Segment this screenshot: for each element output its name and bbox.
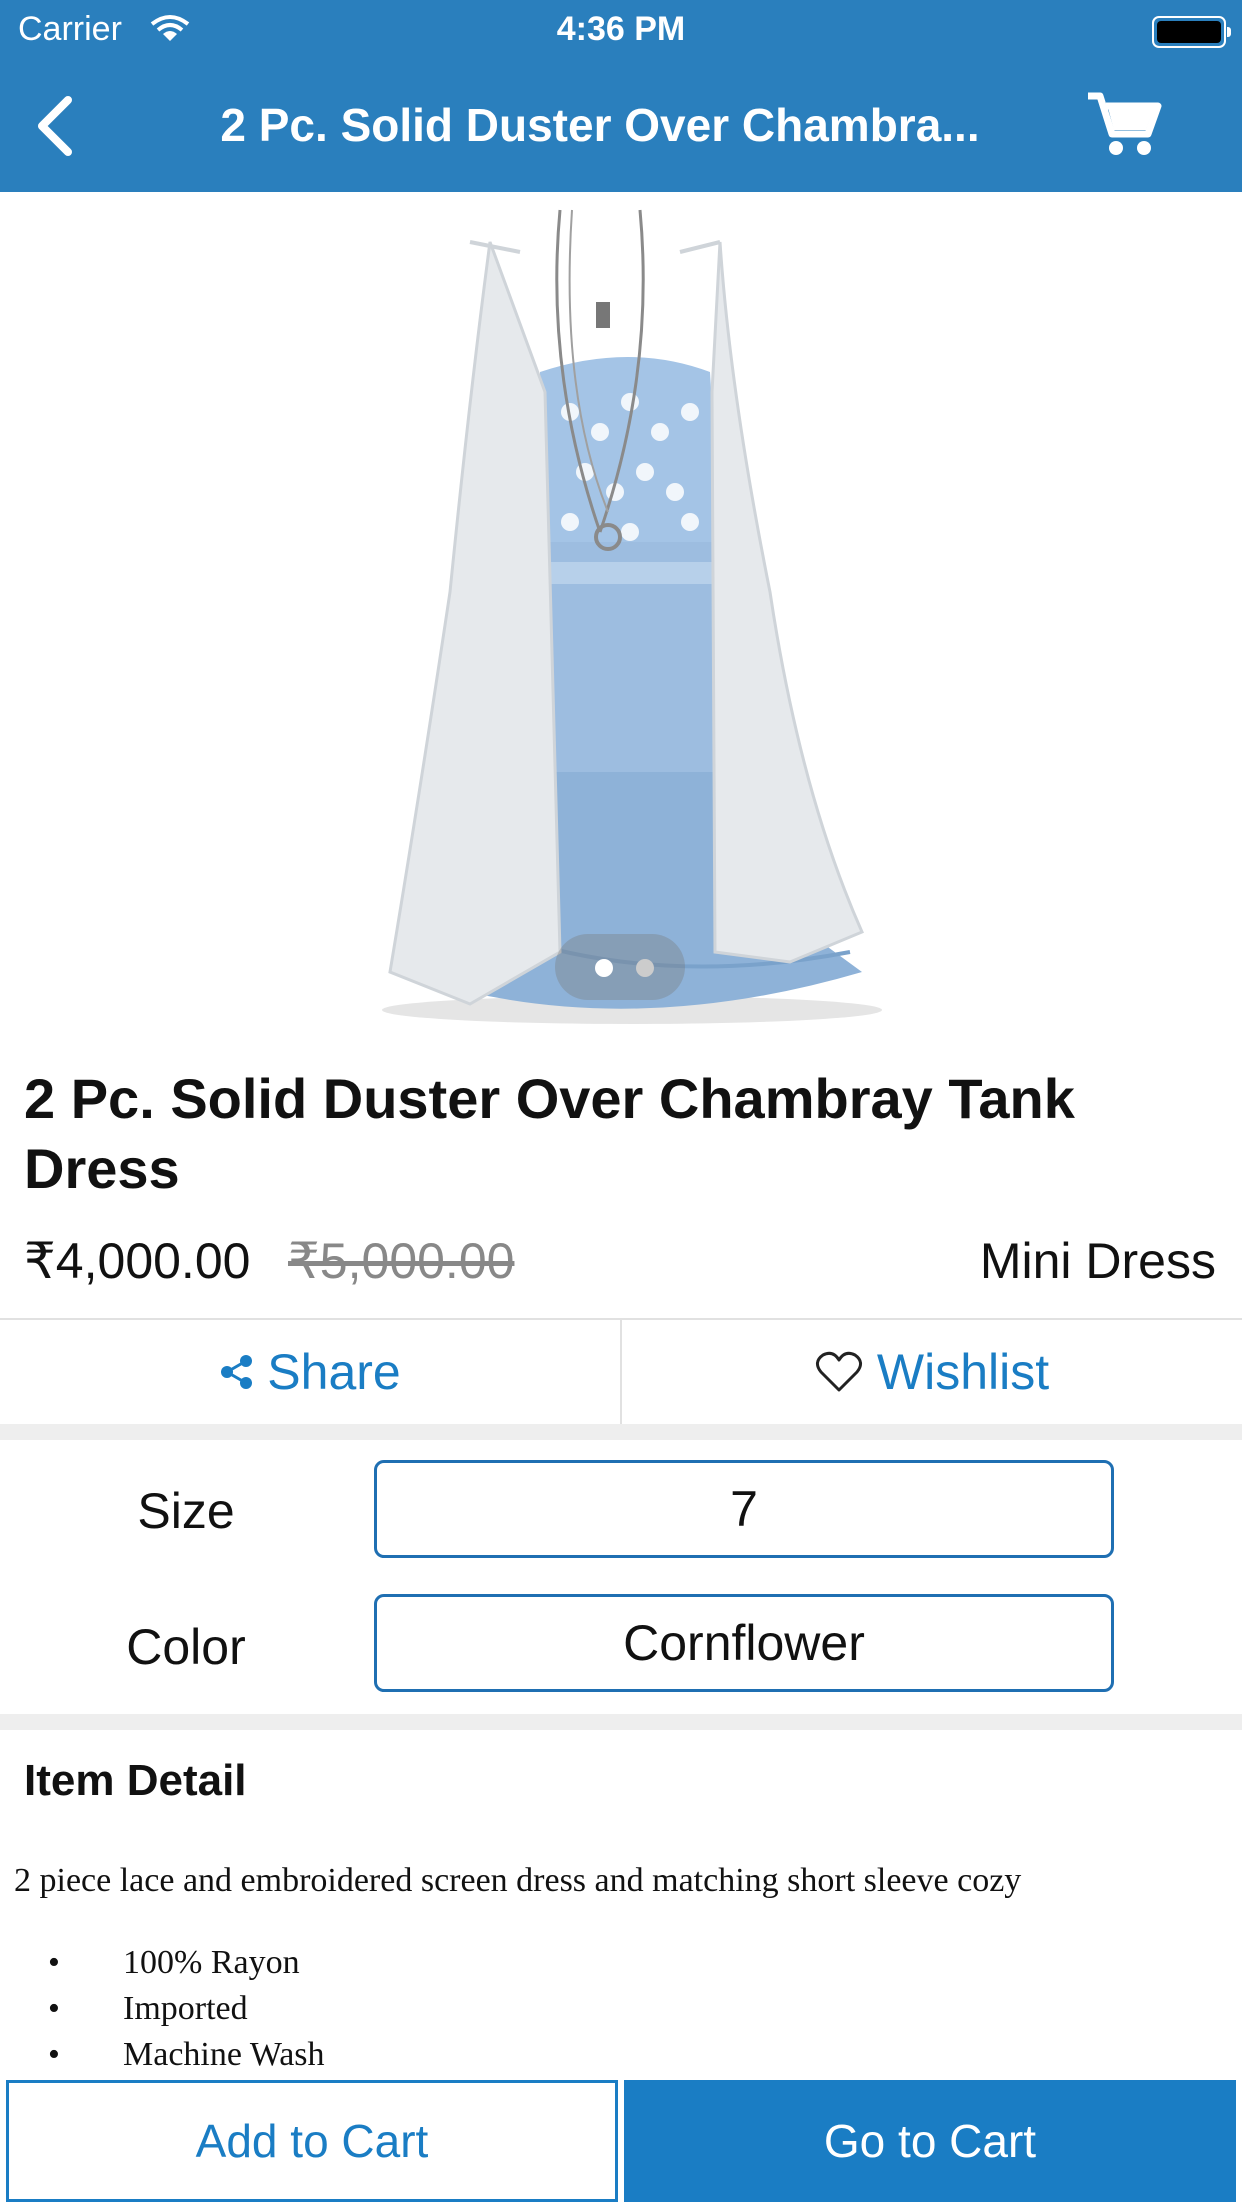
- shopping-cart-icon[interactable]: [1086, 90, 1162, 160]
- size-value: 7: [730, 1481, 758, 1537]
- share-button[interactable]: Share: [0, 1320, 620, 1424]
- list-item: • Machine Wash: [0, 2032, 325, 2078]
- page-title: 2 Pc. Solid Duster Over Chambra...: [220, 99, 980, 151]
- navigation-bar: 2 Pc. Solid Duster Over Chambra...: [0, 60, 1242, 192]
- go-to-cart-button[interactable]: Go to Cart: [624, 2080, 1236, 2202]
- section-separator: [0, 1424, 1242, 1440]
- add-to-cart-label: Add to Cart: [195, 2115, 429, 2167]
- heart-outline-icon: [815, 1351, 862, 1392]
- bullet-marker: •: [48, 2036, 60, 2073]
- list-item-text: 100% Rayon: [123, 1944, 300, 1981]
- list-item-text: Imported: [123, 1990, 248, 2027]
- product-title: 2 Pc. Solid Duster Over Chambray Tank Dr…: [24, 1067, 1075, 1200]
- battery-icon: [1152, 16, 1231, 48]
- item-feature-list: • 100% Rayon • Imported • Machine Wash: [0, 1940, 325, 2078]
- wishlist-button[interactable]: Wishlist: [622, 1320, 1242, 1424]
- size-selector[interactable]: 7: [374, 1460, 1114, 1558]
- bullet-marker: •: [48, 1990, 60, 2027]
- pager-dot-active[interactable]: [595, 959, 613, 977]
- item-description: 2 piece lace and embroidered screen dres…: [14, 1862, 1022, 1899]
- color-selector[interactable]: Cornflower: [374, 1594, 1114, 1692]
- wishlist-label: Wishlist: [876, 1344, 1050, 1400]
- bullet-marker: •: [48, 1944, 60, 1981]
- list-item: • 100% Rayon: [0, 1940, 325, 1986]
- product-type: Mini Dress: [979, 1233, 1216, 1289]
- status-time: 4:36 PM: [556, 10, 686, 48]
- list-item: • Imported: [0, 1986, 325, 2032]
- section-separator: [0, 1714, 1242, 1730]
- list-item-text: Machine Wash: [123, 2036, 325, 2073]
- add-to-cart-button[interactable]: Add to Cart: [6, 2080, 618, 2202]
- pager-dot-inactive[interactable]: [636, 959, 654, 977]
- share-icon: [221, 1355, 253, 1389]
- color-label: Color: [126, 1619, 246, 1675]
- product-image: [382, 209, 882, 1024]
- go-to-cart-label: Go to Cart: [823, 2115, 1037, 2167]
- status-bar: Carrier 4:36 PM: [0, 0, 1242, 60]
- current-price: ₹4,000.00: [24, 1233, 251, 1289]
- color-value: Cornflower: [623, 1615, 865, 1671]
- share-label: Share: [267, 1344, 401, 1400]
- item-detail-heading: Item Detail: [24, 1756, 247, 1805]
- chevron-left-icon[interactable]: [24, 94, 88, 158]
- image-pager[interactable]: [555, 934, 685, 1000]
- size-label: Size: [137, 1483, 235, 1539]
- product-image-gallery[interactable]: [0, 192, 1242, 1040]
- original-price: ₹5,000.00: [288, 1233, 515, 1289]
